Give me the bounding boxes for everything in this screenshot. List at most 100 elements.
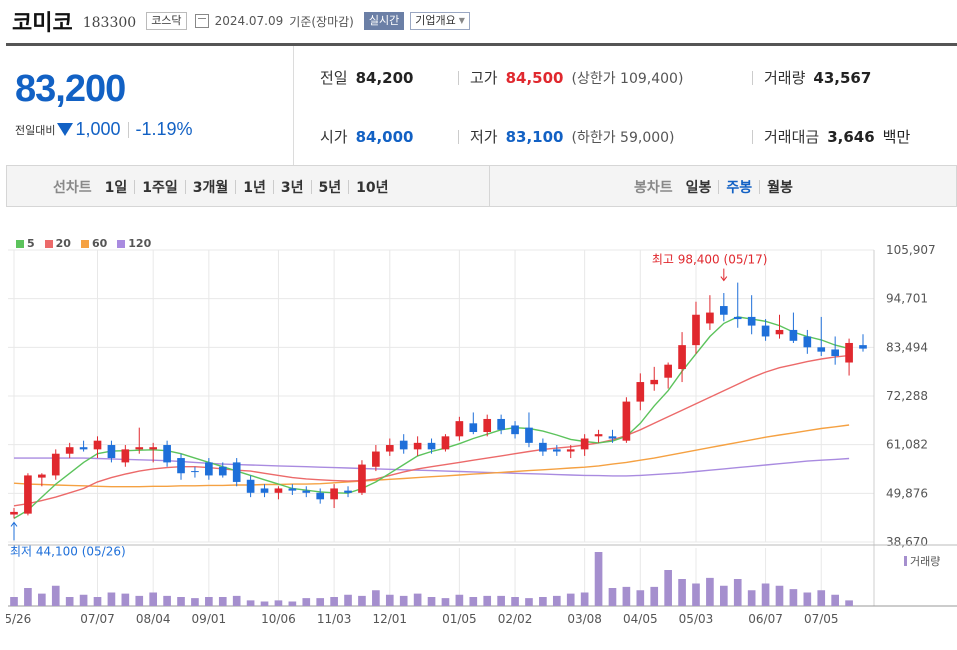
volume-bar [191,598,199,606]
volume-bar [650,586,659,606]
x-tick-label: 03/08 [567,612,602,626]
candle-body [79,447,88,450]
low-price: 저가 83,100 (하한가 59,000) [470,126,675,147]
candle-body [218,466,227,476]
volume-bar [385,594,394,606]
y-tick-label: 83,494 [886,340,928,354]
candle-body [427,442,436,450]
volume-legend-label: 거래량 [910,555,940,568]
tab-line-period-6[interactable]: 10년 [349,177,395,197]
volume-bar [10,597,18,606]
candle-body [51,453,60,476]
tab-candle-period-2[interactable]: 월봉 [760,177,800,197]
volume-bar [163,595,171,606]
volume-bar [246,600,255,606]
low-label: 저가 [470,128,498,146]
stat-divider [458,130,459,144]
volume-bar [664,570,672,606]
candle-body [399,440,408,450]
candle-body [232,462,241,482]
candle-body [497,418,505,430]
high-value: 84,500 [505,68,564,87]
candle-body [525,427,533,443]
company-info-dropdown[interactable]: 기업개요 ▼ [410,12,470,30]
volume-value: 43,567 [813,68,872,87]
lower-limit: (하한가 59,000) [571,129,675,146]
x-tick-label: 08/04 [136,612,171,626]
legend-swatch [16,239,24,248]
tab-candle-period-1[interactable]: 주봉 [719,177,759,197]
candle-body [733,316,742,320]
candle-body [260,488,269,493]
tab-line-period-2[interactable]: 3개월 [186,177,236,197]
realtime-button[interactable]: 실시간 [363,12,405,30]
x-tick-label: 02/02 [498,612,533,626]
volume-bar [497,595,505,606]
tab-line-period-5[interactable]: 5년 [312,177,349,197]
high-price: 고가 84,500 (상한가 109,400) [470,67,683,88]
volume-bar [372,590,380,606]
volume-bar [232,595,241,606]
volume-bar [149,592,158,606]
tab-line-period-1[interactable]: 1주일 [135,177,185,197]
volume-bar [316,598,325,606]
candle-body [205,462,213,476]
volume-bar [692,583,700,606]
candle-body [831,349,839,356]
volume-bar [803,592,812,606]
volume-bar [622,586,631,606]
candle-body [719,306,728,315]
candle-body [552,449,561,452]
volume-bar [775,585,784,606]
volume-label: 거래량 [764,69,806,87]
amount-label: 거래대금 [764,128,820,146]
candle-body [441,436,450,450]
candle-body [358,464,366,493]
volume-bar [302,598,311,606]
tab-line-period-3[interactable]: 1년 [236,177,273,197]
candle-body [622,401,631,441]
candle-body [469,423,478,432]
current-price-panel: 83,200 전일대비 1,000 -1.19% [6,46,294,165]
stat-divider [752,130,753,144]
volume-bar [845,600,853,606]
calendar-icon [194,14,209,28]
legend-swatch [44,239,53,248]
prev-close: 전일 84,200 [320,67,414,88]
candle-body [288,488,297,491]
x-tick-label: 12/01 [372,612,407,626]
candle-chart-tabs: 봉차트 일봉 주봉 월봉 [634,177,800,197]
candle-body [817,347,826,352]
tab-candle-period-0[interactable]: 일봉 [679,177,719,197]
high-annotation: 최고 98,400 (05/17) [652,253,768,267]
y-tick-label: 61,082 [886,438,928,452]
volume-bar [51,585,60,606]
candle-body [608,436,617,439]
legend-label: 5 [27,237,35,250]
candle-body [706,312,714,324]
x-tick-label: 10/06 [261,612,296,626]
volume-bar [539,597,547,606]
legend-ma120: 120 [117,237,151,250]
candle-body [93,440,102,450]
change-amount: 1,000 [75,119,121,139]
volume-bar [107,592,116,606]
plot-background [8,250,874,606]
legend-label: 120 [128,237,152,250]
candle-body [747,316,756,326]
candle-body [413,442,422,450]
prev-close-value: 84,200 [355,68,414,87]
tab-line-period-0[interactable]: 1일 [98,177,135,197]
volume-bar [38,593,46,606]
volume-bar [552,595,561,606]
tab-line-period-4[interactable]: 3년 [274,177,311,197]
volume-bar [205,597,213,606]
volume-bar [511,597,519,606]
volume-bar [441,598,450,606]
upper-limit: (상한가 109,400) [571,70,684,87]
volume: 거래량 43,567 [764,67,871,88]
legend-label: 60 [91,237,108,250]
x-tick-label: 06/07 [748,612,783,626]
candle-body [594,434,603,437]
open-value: 84,000 [355,127,414,146]
